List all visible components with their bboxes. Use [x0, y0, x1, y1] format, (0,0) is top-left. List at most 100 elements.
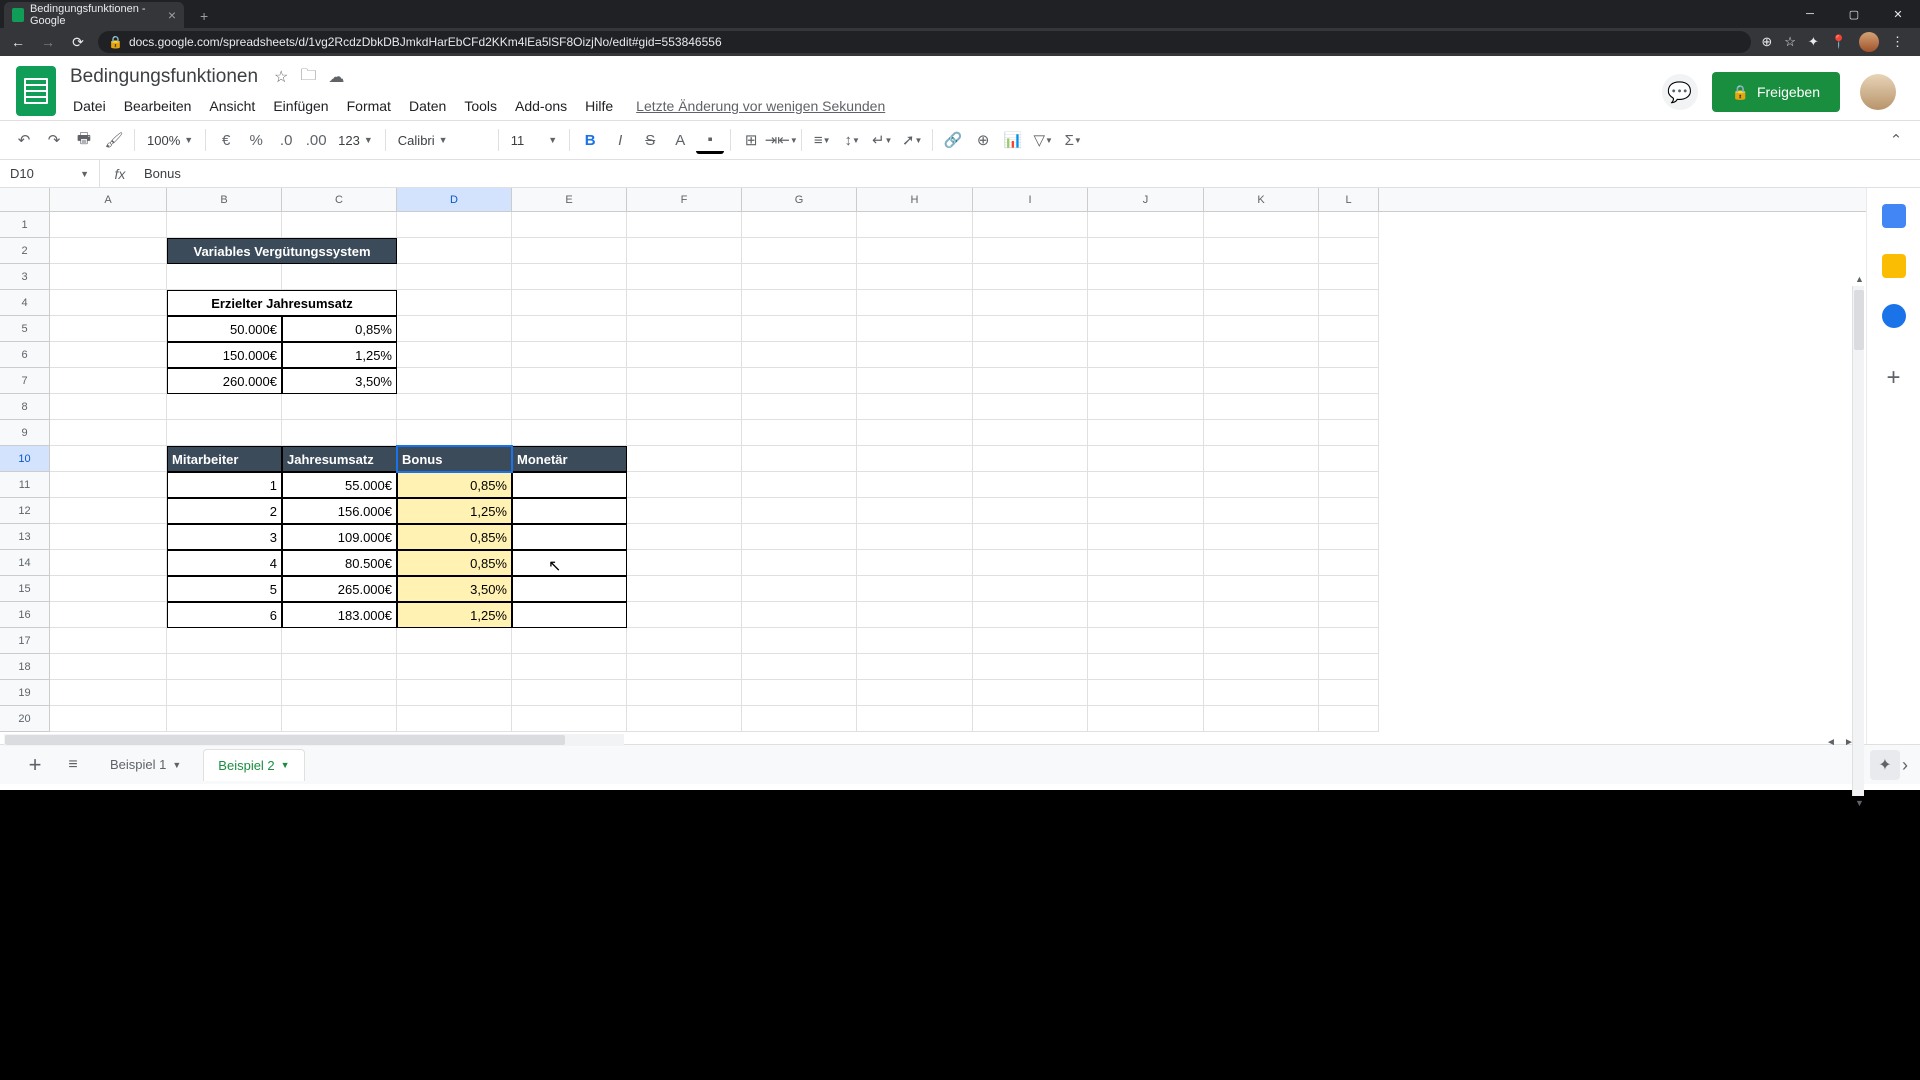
cell[interactable] — [1088, 290, 1204, 316]
cell[interactable] — [1319, 212, 1379, 238]
cell[interactable] — [1319, 498, 1379, 524]
cell[interactable] — [1088, 394, 1204, 420]
cell[interactable]: 1 — [167, 472, 282, 498]
cell[interactable] — [857, 524, 973, 550]
comments-icon[interactable]: 💬 — [1662, 74, 1698, 110]
cell[interactable] — [973, 628, 1088, 654]
cell[interactable] — [1319, 446, 1379, 472]
cell[interactable] — [1204, 472, 1319, 498]
cell[interactable] — [1088, 446, 1204, 472]
increase-decimal-button[interactable]: .00 — [302, 126, 330, 154]
cell[interactable] — [1204, 576, 1319, 602]
row-header[interactable]: 7 — [0, 368, 50, 394]
cell[interactable]: 0,85% — [397, 524, 512, 550]
cell[interactable] — [50, 706, 167, 732]
cell[interactable] — [973, 368, 1088, 394]
cell[interactable] — [857, 550, 973, 576]
cell[interactable] — [742, 264, 857, 290]
cell[interactable] — [282, 680, 397, 706]
cell[interactable] — [1319, 628, 1379, 654]
col-header-j[interactable]: J — [1088, 188, 1204, 211]
col-header-i[interactable]: I — [973, 188, 1088, 211]
cell[interactable] — [397, 316, 512, 342]
row-header[interactable]: 14 — [0, 550, 50, 576]
select-all-corner[interactable] — [0, 188, 50, 211]
name-box[interactable]: D10▼ — [0, 160, 100, 187]
cell[interactable] — [1088, 628, 1204, 654]
insert-link-button[interactable]: 🔗 — [939, 126, 967, 154]
cell[interactable] — [627, 342, 742, 368]
cell[interactable] — [50, 342, 167, 368]
cell[interactable] — [857, 394, 973, 420]
cell[interactable]: 3 — [167, 524, 282, 550]
all-sheets-button[interactable]: ≡ — [58, 756, 88, 774]
close-window-button[interactable]: ✕ — [1876, 0, 1920, 28]
cell[interactable]: Mitarbeiter — [167, 446, 282, 472]
cell[interactable] — [1319, 420, 1379, 446]
cell[interactable] — [973, 602, 1088, 628]
cell[interactable] — [742, 550, 857, 576]
close-tab-icon[interactable]: × — [168, 7, 176, 23]
cell[interactable]: 2 — [167, 498, 282, 524]
cell[interactable]: 0,85% — [282, 316, 397, 342]
cell[interactable] — [1088, 316, 1204, 342]
star-icon[interactable]: ☆ — [274, 67, 288, 87]
cell[interactable]: 1,25% — [397, 602, 512, 628]
cell[interactable] — [512, 706, 627, 732]
cell[interactable] — [397, 238, 512, 264]
cell[interactable] — [973, 238, 1088, 264]
cell[interactable] — [742, 472, 857, 498]
cell[interactable] — [973, 290, 1088, 316]
cell[interactable] — [973, 680, 1088, 706]
cell[interactable] — [512, 472, 627, 498]
cell[interactable] — [742, 420, 857, 446]
cell[interactable]: Monetär — [512, 446, 627, 472]
cell[interactable] — [512, 342, 627, 368]
cell[interactable] — [50, 602, 167, 628]
cell[interactable] — [742, 394, 857, 420]
cell[interactable] — [857, 654, 973, 680]
cell[interactable] — [1088, 576, 1204, 602]
cell[interactable] — [397, 680, 512, 706]
percent-button[interactable]: % — [242, 126, 270, 154]
cell[interactable]: Jahresumsatz — [282, 446, 397, 472]
cell[interactable]: 6 — [167, 602, 282, 628]
cell[interactable] — [1319, 576, 1379, 602]
cell[interactable] — [627, 654, 742, 680]
cell[interactable] — [50, 550, 167, 576]
cell[interactable] — [1319, 368, 1379, 394]
new-tab-button[interactable]: + — [192, 4, 216, 28]
cell[interactable] — [627, 498, 742, 524]
cell[interactable] — [1204, 316, 1319, 342]
cell[interactable] — [742, 498, 857, 524]
cell[interactable] — [857, 576, 973, 602]
menu-ansicht[interactable]: Ansicht — [202, 94, 262, 118]
cell[interactable] — [742, 368, 857, 394]
cell[interactable] — [397, 290, 512, 316]
cell[interactable] — [50, 446, 167, 472]
cell[interactable] — [1088, 498, 1204, 524]
cell[interactable] — [742, 602, 857, 628]
move-icon[interactable]: 🗀 — [300, 64, 316, 91]
cell[interactable] — [1204, 602, 1319, 628]
cell[interactable] — [973, 316, 1088, 342]
menu-format[interactable]: Format — [340, 94, 398, 118]
cell[interactable] — [397, 706, 512, 732]
row-header[interactable]: 15 — [0, 576, 50, 602]
cell[interactable] — [1319, 706, 1379, 732]
sheet-tab-2[interactable]: Beispiel 2▼ — [203, 749, 304, 781]
cell[interactable] — [1204, 706, 1319, 732]
cell[interactable] — [742, 628, 857, 654]
row-header[interactable]: 5 — [0, 316, 50, 342]
col-header-b[interactable]: B — [167, 188, 282, 211]
cell[interactable] — [857, 446, 973, 472]
menu-einfuegen[interactable]: Einfügen — [266, 94, 335, 118]
cell[interactable] — [512, 628, 627, 654]
cell[interactable] — [512, 680, 627, 706]
maximize-button[interactable]: ▢ — [1832, 0, 1876, 28]
cell[interactable] — [167, 680, 282, 706]
cell[interactable] — [1088, 342, 1204, 368]
sheet-tab-1[interactable]: Beispiel 1▼ — [96, 749, 195, 780]
document-title[interactable]: Bedingungsfunktionen — [66, 64, 262, 90]
cell[interactable] — [627, 316, 742, 342]
